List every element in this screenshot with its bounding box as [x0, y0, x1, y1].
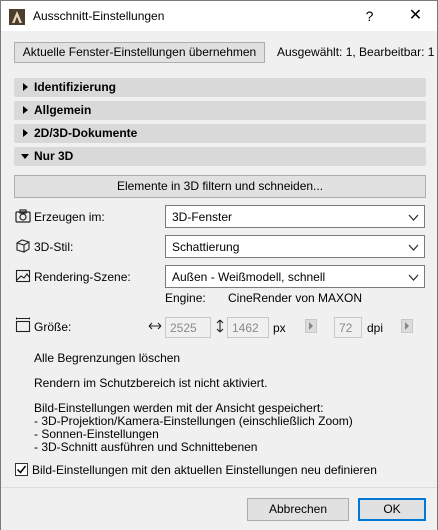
create-in-value: 3D-Fenster	[172, 210, 233, 224]
checkmark-icon	[16, 465, 27, 474]
play-arrow-icon	[309, 322, 313, 330]
chevron-down-icon	[408, 244, 419, 251]
engine-value: CineRender von MAXON	[228, 291, 363, 305]
size-preset-button[interactable]	[305, 319, 317, 333]
section-allgemein[interactable]: Allgemein	[14, 101, 426, 120]
info-line: - Sonnen-Einstellungen	[34, 427, 159, 441]
section-2d3d-dokumente[interactable]: 2D/3D-Dokumente	[14, 124, 426, 143]
info-line: Bild-Einstellungen werden mit der Ansich…	[34, 401, 324, 415]
width-field[interactable]: 2525	[165, 317, 211, 338]
play-arrow-icon	[405, 322, 409, 330]
help-button[interactable]: ?	[347, 1, 392, 31]
section-nur-3d[interactable]: Nur 3D	[14, 147, 426, 166]
dpi-field[interactable]: 72	[334, 317, 362, 338]
dpi-unit: dpi	[367, 321, 384, 335]
collapse-arrow-icon	[21, 154, 29, 159]
style-label: 3D-Stil:	[34, 240, 74, 254]
dpi-preset-button[interactable]	[401, 319, 413, 333]
style-select[interactable]: Schattierung	[165, 235, 425, 258]
protected-area-text: Rendern im Schutzbereich ist nicht aktiv…	[34, 376, 268, 390]
info-line: - 3D-Projektion/Kamera-Einstellungen (ei…	[34, 414, 353, 428]
px-unit: px	[273, 321, 286, 335]
info-line: - 3D-Schnitt ausführen und Schnittebenen	[34, 440, 258, 454]
filter-3d-button[interactable]: Elemente in 3D filtern und schneiden...	[14, 175, 426, 198]
size-icon	[15, 317, 31, 333]
engine-label: Engine:	[165, 291, 206, 305]
section-label: Allgemein	[34, 103, 92, 117]
cancel-button[interactable]: Abbrechen	[247, 498, 349, 521]
create-in-label: Erzeugen im:	[34, 210, 105, 224]
style-value: Schattierung	[172, 240, 240, 254]
expand-arrow-icon	[23, 106, 28, 114]
app-icon	[9, 9, 25, 25]
height-field[interactable]: 1462	[227, 317, 269, 338]
width-arrow-icon	[148, 322, 162, 330]
title-bar: Ausschnitt-Einstellungen ? ✕	[1, 1, 437, 31]
cube-icon	[16, 239, 30, 253]
redefine-checkbox-label: Bild-Einstellungen mit den aktuellen Ein…	[32, 463, 377, 477]
section-identifizierung[interactable]: Identifizierung	[14, 78, 426, 97]
size-label: Größe:	[34, 320, 72, 334]
expand-arrow-icon	[23, 83, 28, 91]
section-label: Nur 3D	[34, 149, 74, 163]
clear-limits-text: Alle Begrenzungen löschen	[34, 351, 181, 365]
selection-status: Ausgewählt: 1, Bearbeitbar: 1	[277, 45, 435, 59]
dialog-window: Ausschnitt-Einstellungen ? ✕ Aktuelle Fe…	[0, 0, 438, 530]
window-title: Ausschnitt-Einstellungen	[33, 9, 165, 23]
scene-select[interactable]: Außen - Weißmodell, schnell	[165, 265, 425, 288]
scene-icon	[15, 269, 31, 283]
chevron-down-icon	[408, 274, 419, 281]
expand-arrow-icon	[23, 129, 28, 137]
close-button[interactable]: ✕	[393, 1, 438, 31]
ok-button[interactable]: OK	[358, 498, 426, 521]
camera-icon	[15, 209, 31, 223]
scene-value: Außen - Weißmodell, schnell	[172, 270, 326, 284]
section-label: Identifizierung	[34, 80, 116, 94]
chevron-down-icon	[408, 214, 419, 221]
scene-label: Rendering-Szene:	[34, 270, 131, 284]
create-in-select[interactable]: 3D-Fenster	[165, 205, 425, 228]
redefine-checkbox[interactable]	[15, 463, 28, 476]
height-arrow-icon	[216, 319, 224, 333]
section-label: 2D/3D-Dokumente	[34, 126, 138, 140]
apply-window-settings-button[interactable]: Aktuelle Fenster-Einstellungen übernehme…	[14, 42, 265, 63]
